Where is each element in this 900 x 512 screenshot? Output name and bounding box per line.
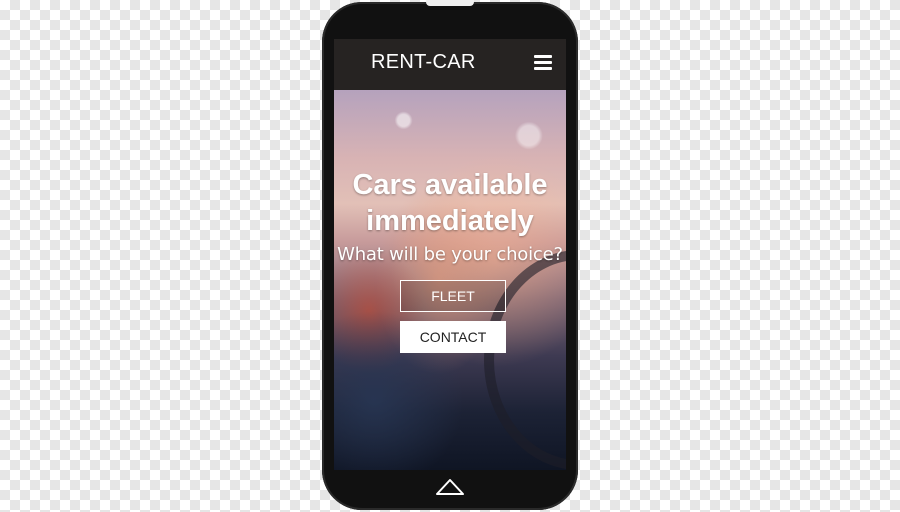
hero-headline-line1: Cars available [352, 169, 548, 201]
fleet-button[interactable]: FLEET [400, 280, 506, 312]
brand-logo[interactable]: RENT-CAR [371, 51, 476, 74]
phone-screen: RENT-CAR Cars available immediately What… [334, 39, 566, 470]
hero-banner: Cars available immediately What will be … [334, 90, 566, 470]
contact-button[interactable]: CONTACT [400, 321, 506, 353]
hamburger-menu-icon[interactable] [534, 55, 552, 71]
home-icon[interactable] [434, 474, 466, 498]
hero-subtitle: What will be your choice? [337, 244, 563, 265]
smartphone-frame: RENT-CAR Cars available immediately What… [322, 0, 578, 510]
hero-headline-line2: immediately [366, 205, 534, 237]
speaker-grille [426, 0, 474, 6]
navbar: RENT-CAR [334, 39, 566, 90]
hero-headline: Cars available immediately [334, 167, 566, 239]
